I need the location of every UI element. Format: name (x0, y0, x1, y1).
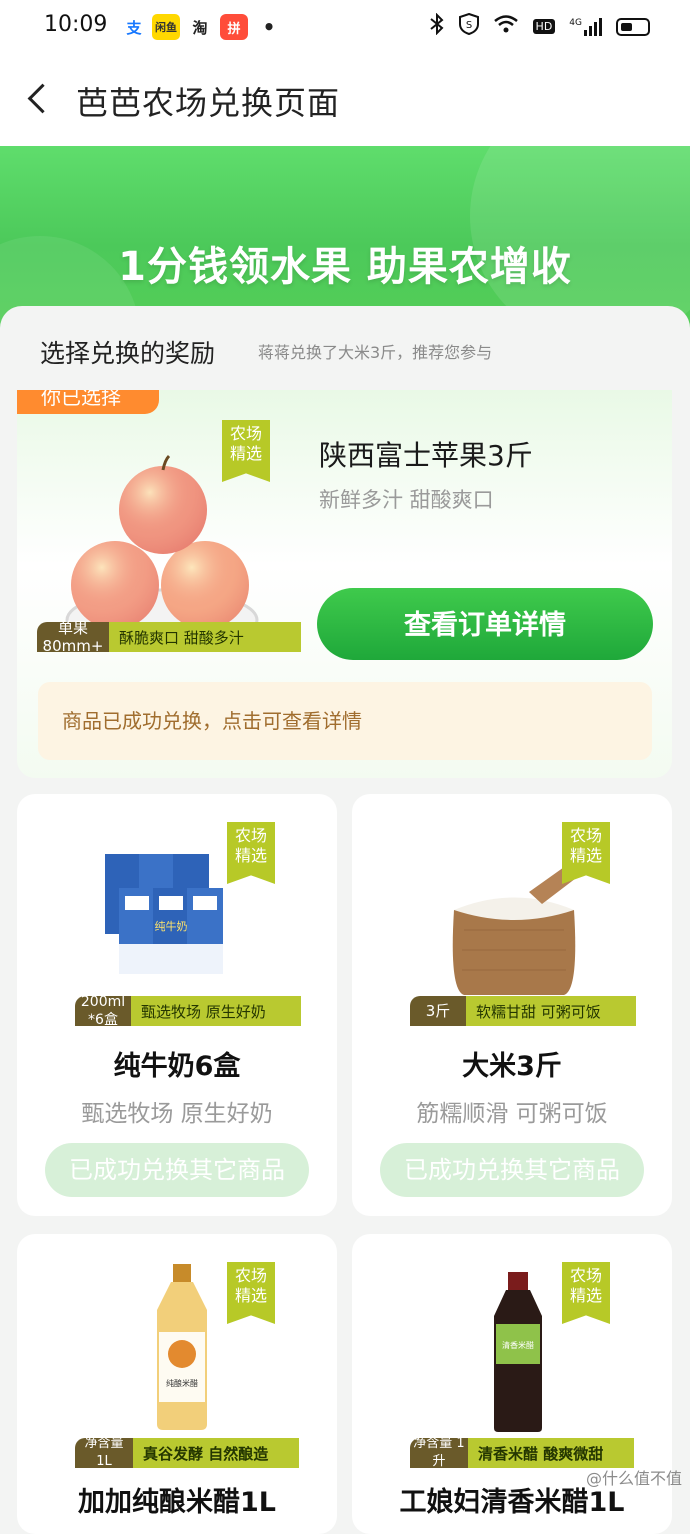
section-title: 选择兑换的奖励 (40, 339, 216, 368)
selected-product-card[interactable]: 你已选择 农场 精选 单果 80mm+ 酥脆爽口 甜酸多汁 陕西富士苹果3斤 新… (17, 390, 672, 778)
svg-text:清香米醋: 清香米醋 (502, 1340, 534, 1350)
product-desc: 新鲜多汁 甜酸爽口 (319, 488, 494, 512)
spec-bar: 净含量 1升 清香米醋 酸爽微甜 (410, 1436, 634, 1469)
xianyu-icon: 闲鱼 (152, 14, 180, 40)
bluetooth-icon (429, 12, 445, 40)
taobao-icon: 淘 (192, 18, 208, 37)
product-desc: 甄选牧场 原生好奶 (81, 1101, 273, 1127)
shield-icon: S (458, 12, 479, 40)
product-name: 加加纯酿米醋1L (78, 1487, 276, 1518)
hd-icon: HD (532, 19, 556, 34)
status-time: 10:09 (44, 12, 108, 37)
product-desc: 筋糯顺滑 可粥可饭 (416, 1101, 608, 1127)
banner-text: 1分钱领水果 助果农增收 (118, 244, 572, 290)
watermark: @什么值不值 (585, 1469, 682, 1488)
selected-tag: 你已选择 (17, 390, 159, 414)
product-name: 陕西富士苹果3斤 (319, 439, 533, 472)
vinegar-bottle-image: 清香米醋 (488, 1270, 548, 1434)
section-subtitle: 蒋蒋兑换了大米3斤，推荐您参与 (258, 343, 493, 362)
spec-bar: 单果 80mm+ 酥脆爽口 甜酸多汁 (37, 619, 301, 655)
redeemed-other-button: 已成功兑换其它商品 (45, 1143, 309, 1197)
farm-select-badge: 农场 精选 (562, 1262, 610, 1324)
redeemed-other-button: 已成功兑换其它商品 (380, 1143, 644, 1197)
vinegar-bottle-image: 纯酿米醋 (147, 1262, 217, 1432)
product-card-milk[interactable]: 纯牛奶 农场 精选 200ml *6盒 甄选牧场 原生好奶 纯牛奶6盒 甄选牧场… (17, 794, 337, 1216)
notification-dot-icon: • (262, 15, 276, 39)
spec-size: 200ml *6盒 (75, 994, 131, 1028)
pinduoduo-icon: 拼 (220, 14, 248, 40)
svg-text:纯牛奶: 纯牛奶 (155, 919, 188, 933)
spec-bar: 净含量 1L 真谷发酵 自然酿造 (75, 1436, 299, 1469)
spec-size: 净含量 1升 (410, 1436, 468, 1469)
spec-bar: 200ml *6盒 甄选牧场 原生好奶 (75, 994, 301, 1028)
battery-icon (616, 17, 650, 36)
spec-bar: 3斤 软糯甘甜 可粥可饭 (410, 996, 636, 1026)
reward-sheet: 选择兑换的奖励 蒋蒋兑换了大米3斤，推荐您参与 你已选择 农场 精选 单果 80… (0, 306, 690, 1534)
signal-icon: 4G (569, 17, 602, 36)
view-order-button[interactable]: 查看订单详情 (317, 588, 653, 660)
farm-select-badge: 农场 精选 (227, 1262, 275, 1324)
status-bar: 10:09 支 闲鱼 淘 拼 • S HD 4G (0, 0, 690, 56)
alipay-icon: 支 (126, 18, 142, 37)
spec-size: 净含量 1L (75, 1436, 133, 1469)
farm-select-badge: 农场 精选 (227, 822, 275, 884)
milk-image: 纯牛奶 (97, 844, 237, 984)
product-card-vinegar-qingxiang[interactable]: 清香米醋 农场 精选 净含量 1升 清香米醋 酸爽微甜 工娘妇清香米醋1L (352, 1234, 672, 1534)
product-name: 大米3斤 (462, 1051, 562, 1082)
top-nav-bar: 芭芭农场兑换页面 (0, 56, 690, 146)
spec-size: 3斤 (410, 996, 466, 1026)
farm-select-badge: 农场 精选 (222, 420, 270, 482)
farm-select-badge: 农场 精选 (562, 822, 610, 884)
wifi-icon (493, 14, 519, 39)
success-notice[interactable]: 商品已成功兑换，点击可查看详情 (38, 682, 652, 760)
product-card-vinegar-jiajia[interactable]: 纯酿米醋 农场 精选 净含量 1L 真谷发酵 自然酿造 加加纯酿米醋1L (17, 1234, 337, 1534)
spec-feature: 酥脆爽口 甜酸多汁 (109, 622, 301, 652)
page-title: 芭芭农场兑换页面 (76, 84, 341, 122)
spec-feature: 真谷发酵 自然酿造 (133, 1438, 299, 1468)
product-card-rice[interactable]: 农场 精选 3斤 软糯甘甜 可粥可饭 大米3斤 筋糯顺滑 可粥可饭 已成功兑换其… (352, 794, 672, 1216)
spec-feature: 软糯甘甜 可粥可饭 (466, 996, 636, 1026)
spec-feature: 甄选牧场 原生好奶 (131, 996, 301, 1026)
spec-size: 单果 80mm+ (37, 619, 109, 655)
product-name: 纯牛奶6盒 (113, 1051, 241, 1082)
back-arrow-icon[interactable] (22, 76, 62, 126)
svg-text:纯酿米醋: 纯酿米醋 (166, 1378, 198, 1388)
svg-text:S: S (465, 20, 471, 31)
spec-feature: 清香米醋 酸爽微甜 (468, 1438, 634, 1468)
